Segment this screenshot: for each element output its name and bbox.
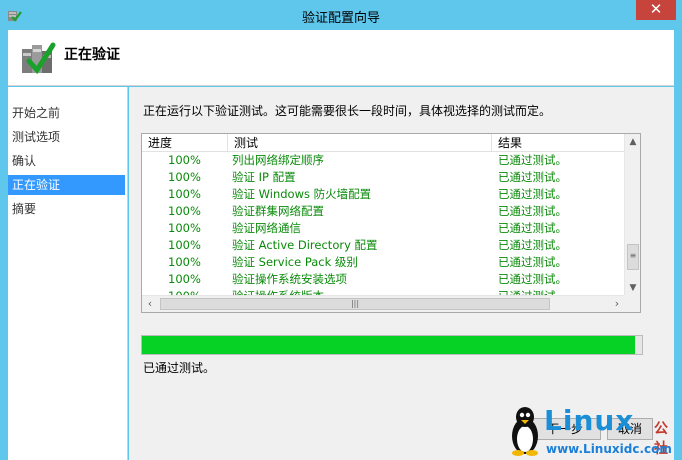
scroll-right-icon[interactable]: › — [609, 296, 625, 312]
column-header-progress[interactable]: 进度 — [142, 134, 228, 152]
row-test-name: 验证网络通信 — [232, 221, 301, 235]
row-result: 已通过测试。 — [498, 238, 567, 252]
scroll-left-icon[interactable]: ‹ — [142, 296, 158, 312]
row-test-name: 验证群集网络配置 — [232, 204, 324, 218]
page-title: 正在验证 — [64, 47, 120, 63]
row-result: 已通过测试。 — [498, 221, 567, 235]
table-row[interactable]: 100% 验证 Active Directory 配置 已通过测试。 — [142, 237, 625, 254]
scroll-up-icon[interactable]: ▲ — [625, 134, 641, 150]
row-progress: 100% — [168, 153, 201, 167]
validation-icon — [22, 42, 56, 75]
window-title: 验证配置向导 — [301, 11, 380, 26]
row-progress: 100% — [168, 187, 201, 201]
row-progress: 100% — [168, 255, 201, 269]
wizard-header: 正在验证 — [8, 30, 674, 86]
step-test-options[interactable]: 测试选项 — [8, 127, 125, 147]
watermark-logo: Linux 公社 www.Linuxidc.com — [500, 402, 680, 460]
row-test-name: 列出网络绑定顺序 — [232, 153, 324, 167]
row-progress: 100% — [168, 238, 201, 252]
row-progress: 100% — [168, 204, 201, 218]
row-result: 已通过测试。 — [498, 153, 567, 167]
row-result: 已通过测试。 — [498, 272, 567, 286]
table-row[interactable]: 100% 验证网络通信 已通过测试。 — [142, 220, 625, 237]
horizontal-scroll-thumb[interactable]: ||| — [160, 298, 550, 310]
table-row[interactable]: 100% 列出网络绑定顺序 已通过测试。 — [142, 152, 625, 169]
close-button[interactable]: ✕ — [636, 0, 676, 20]
validation-test-list[interactable]: 进度 测试 结果 100% 列出网络绑定顺序 已通过测试。 100% 验证 IP 配置已… — [141, 133, 641, 313]
row-test-name: 验证 IP 配置 — [232, 170, 296, 184]
tux-penguin-icon — [512, 407, 538, 456]
row-test-name: 验证操作系统安装选项 — [232, 272, 347, 286]
vertical-scrollbar[interactable]: ▲ ≡ ▼ — [624, 134, 640, 296]
progress-bar-fill — [142, 336, 635, 354]
row-test-name: 验证 Windows 防火墙配置 — [232, 187, 372, 201]
row-result: 已通过测试。 — [498, 170, 567, 184]
scroll-down-icon[interactable]: ▼ — [625, 280, 641, 296]
row-result: 已通过测试。 — [498, 187, 567, 201]
row-test-name: 验证 Active Directory 配置 — [232, 238, 378, 252]
horizontal-scrollbar[interactable]: ‹ ||| › — [142, 295, 625, 312]
row-result: 已通过测试。 — [498, 255, 567, 269]
row-test-name: 验证 Service Pack 级别 — [232, 255, 358, 269]
step-summary[interactable]: 摘要 — [8, 199, 125, 219]
column-header-test[interactable]: 测试 — [228, 134, 492, 152]
table-row[interactable]: 100% 验证 Service Pack 级别 已通过测试。 — [142, 254, 625, 271]
title-bar[interactable]: 验证配置向导 ✕ — [0, 0, 682, 30]
watermark-brand: Linux — [544, 404, 635, 437]
vertical-scroll-thumb[interactable]: ≡ — [627, 244, 639, 270]
list-header: 进度 测试 结果 — [142, 134, 625, 152]
wizard-window: 验证配置向导 ✕ 正在验证 开始之前 测试选项 确认 正在验证 摘要 正在运行以… — [0, 0, 682, 460]
wizard-steps: 开始之前 测试选项 确认 正在验证 摘要 — [8, 87, 128, 460]
progress-bar — [141, 335, 643, 355]
step-before-you-begin[interactable]: 开始之前 — [8, 103, 125, 123]
list-rows: 100% 列出网络绑定顺序 已通过测试。 100% 验证 IP 配置 已通过测试。 100%… — [142, 152, 625, 296]
row-progress: 100% — [168, 272, 201, 286]
step-confirmation[interactable]: 确认 — [8, 151, 125, 171]
intro-text: 正在运行以下验证测试。这可能需要很长一段时间，具体视选择的测试而定。 — [143, 104, 552, 118]
scrollbar-corner — [624, 295, 640, 312]
row-progress: 100% — [168, 221, 201, 235]
row-progress: 100% — [168, 170, 201, 184]
table-row[interactable]: 100% 验证 IP 配置 已通过测试。 — [142, 169, 625, 186]
table-row[interactable]: 100% 验证操作系统安装选项 已通过测试。 — [142, 271, 625, 288]
table-row[interactable]: 100% 验证 Windows 防火墙配置 已通过测试。 — [142, 186, 625, 203]
row-result: 已通过测试。 — [498, 204, 567, 218]
column-header-result[interactable]: 结果 — [492, 134, 625, 152]
table-row[interactable]: 100% 验证群集网络配置 已通过测试。 — [142, 203, 625, 220]
step-validating[interactable]: 正在验证 — [8, 175, 125, 195]
status-text: 已通过测试。 — [143, 361, 216, 375]
watermark-url: www.Linuxidc.com — [546, 442, 672, 456]
